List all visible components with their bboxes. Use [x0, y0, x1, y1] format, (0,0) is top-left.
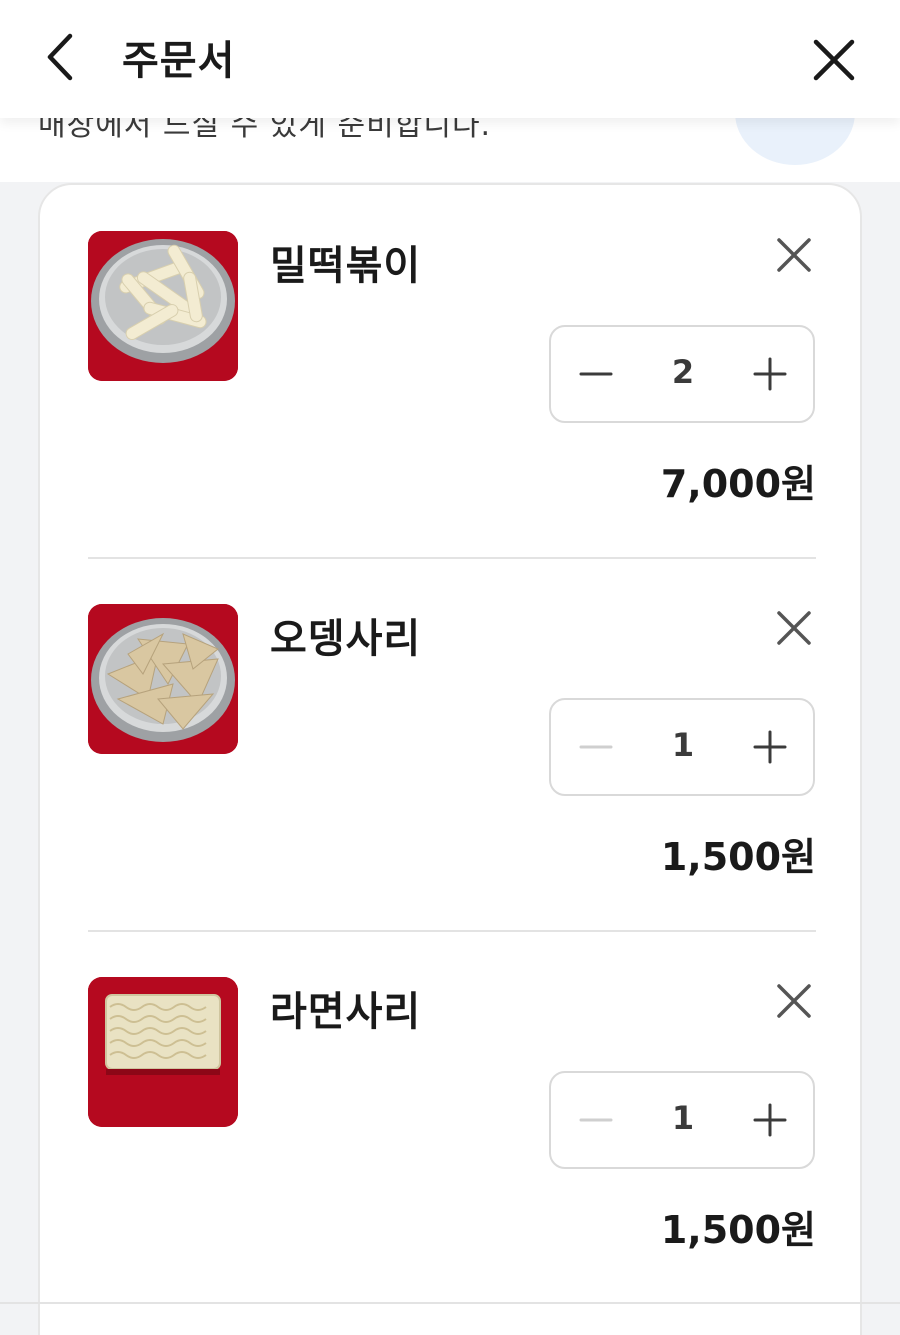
increase-button[interactable]: [747, 1097, 793, 1143]
decrease-button[interactable]: [573, 1097, 619, 1143]
plus-icon: [753, 730, 787, 764]
close-button[interactable]: [808, 34, 860, 86]
order-item: 라면사리 1 1,500원: [40, 931, 864, 1304]
plus-icon: [753, 357, 787, 391]
increase-button[interactable]: [747, 724, 793, 770]
quantity-stepper: 1: [549, 698, 815, 796]
close-icon: [777, 611, 811, 645]
plus-icon: [753, 1103, 787, 1137]
fish-cake-icon: [88, 604, 238, 754]
item-price: 1,500원: [660, 1208, 816, 1252]
bottom-divider: [0, 1302, 900, 1304]
item-price: 7,000원: [660, 462, 816, 506]
quantity-value: 1: [671, 726, 695, 764]
close-icon: [777, 238, 811, 272]
decrease-button[interactable]: [573, 724, 619, 770]
back-button[interactable]: [40, 30, 84, 84]
order-item: 밀떡볶이 2 7,000원: [40, 185, 864, 558]
ramen-noodle-icon: [88, 977, 238, 1127]
quantity-stepper: 1: [549, 1071, 815, 1169]
remove-item-button[interactable]: [774, 608, 814, 648]
minus-icon: [579, 745, 613, 749]
close-icon: [777, 984, 811, 1018]
quantity-value: 2: [671, 353, 695, 391]
order-card: 밀떡볶이 2 7,000원 오뎅사리 1 1,500원 라면사리 1 1,500…: [38, 183, 862, 1335]
order-sheet-page: 매장에서 드실 수 있게 준비합니다. 주문서 밀떡볶이 2 7,000원 오뎅…: [0, 0, 900, 1335]
page-title: 주문서: [122, 38, 236, 84]
order-item: 오뎅사리 1 1,500원: [40, 558, 864, 931]
remove-item-button[interactable]: [774, 981, 814, 1021]
quantity-stepper: 2: [549, 325, 815, 423]
decrease-button[interactable]: [573, 351, 619, 397]
item-name: 라면사리: [270, 989, 422, 1035]
minus-icon: [579, 1118, 613, 1122]
item-name: 밀떡볶이: [270, 243, 422, 289]
rice-cake-icon: [88, 231, 238, 381]
minus-icon: [579, 372, 613, 376]
close-icon: [813, 39, 855, 81]
header: 주문서: [0, 0, 900, 118]
quantity-value: 1: [671, 1099, 695, 1137]
increase-button[interactable]: [747, 351, 793, 397]
item-name: 오뎅사리: [270, 616, 422, 662]
remove-item-button[interactable]: [774, 235, 814, 275]
item-price: 1,500원: [660, 835, 816, 879]
chevron-left-icon: [47, 33, 73, 81]
